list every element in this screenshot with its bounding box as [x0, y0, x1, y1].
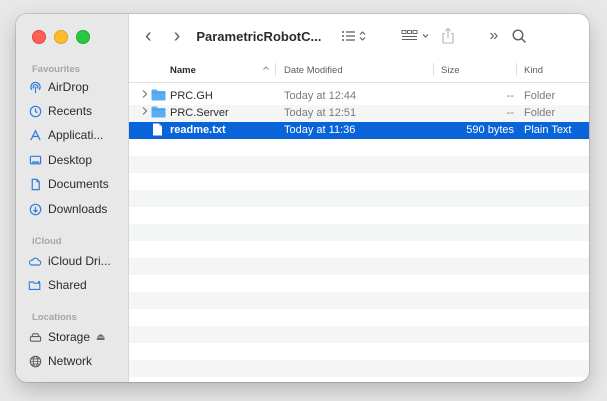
empty-row: [129, 326, 589, 343]
empty-row: [129, 343, 589, 360]
section-title-locations: Locations: [32, 312, 77, 323]
shared-folder-icon: [28, 278, 42, 292]
column-header-kind[interactable]: Kind: [524, 65, 543, 76]
empty-row: [129, 360, 589, 377]
empty-row: [129, 275, 589, 292]
file-date: Today at 11:36: [284, 124, 356, 136]
table-row[interactable]: PRC.Server Today at 12:51 -- Folder: [129, 105, 589, 122]
file-kind: Folder: [524, 90, 556, 102]
eject-icon[interactable]: ⏏: [96, 332, 105, 343]
forward-button[interactable]: ›: [174, 25, 181, 48]
table-row[interactable]: PRC.GH Today at 12:44 -- Folder: [129, 88, 589, 105]
sidebar-item-storage[interactable]: Storage ⏏: [28, 326, 124, 348]
disclosure-triangle-icon[interactable]: [141, 106, 149, 119]
column-header-name[interactable]: Name: [170, 65, 196, 76]
drive-icon: [28, 330, 42, 344]
sidebar-item-network[interactable]: Network: [28, 350, 124, 372]
finder-window: Favourites AirDrop Recents Applicati... …: [16, 14, 589, 382]
sidebar-item-label: Applicati...: [48, 128, 104, 142]
file-size: 590 bytes: [466, 124, 514, 136]
applications-icon: [28, 128, 42, 142]
zoom-button[interactable]: [76, 30, 90, 44]
empty-row: [129, 173, 589, 190]
search-icon[interactable]: [512, 28, 527, 44]
column-header-row: Name Date Modified Size Kind: [129, 58, 589, 83]
section-title-icloud: iCloud: [32, 236, 62, 247]
file-size: --: [506, 90, 514, 102]
sidebar-item-label: Recents: [48, 104, 93, 118]
file-date: Today at 12:44: [284, 90, 357, 102]
empty-row: [129, 241, 589, 258]
airdrop-icon: [28, 80, 42, 94]
toolbar-overflow-button[interactable]: »: [489, 27, 498, 45]
group-view-icon[interactable]: [401, 29, 431, 43]
empty-row: [129, 258, 589, 275]
close-button[interactable]: [32, 30, 46, 44]
minimize-button[interactable]: [54, 30, 68, 44]
empty-row: [129, 309, 589, 326]
file-name: PRC.GH: [170, 90, 213, 102]
file-size: --: [506, 107, 514, 119]
sidebar-item-label: Shared: [48, 278, 87, 292]
file-date: Today at 12:51: [284, 107, 357, 119]
file-list: Name Date Modified Size Kind PRC.GH Toda…: [129, 58, 589, 382]
toolbar: ‹ › ParametricRobotC... »: [129, 14, 589, 58]
sidebar-item-downloads[interactable]: Downloads: [28, 198, 124, 220]
column-divider: [275, 63, 276, 76]
sidebar-item-shared[interactable]: Shared: [28, 274, 124, 296]
folder-icon: [151, 89, 166, 104]
back-button[interactable]: ‹: [145, 25, 152, 48]
sidebar: Favourites AirDrop Recents Applicati... …: [16, 14, 129, 382]
sidebar-item-airdrop[interactable]: AirDrop: [28, 76, 124, 98]
column-header-size[interactable]: Size: [441, 65, 459, 76]
sidebar-item-label: Downloads: [48, 202, 108, 216]
desktop-icon: [28, 153, 42, 167]
list-view-icon[interactable]: [341, 29, 367, 43]
sidebar-item-label: Documents: [48, 177, 109, 191]
file-kind: Plain Text: [524, 124, 572, 136]
window-controls: [32, 30, 90, 44]
column-divider: [516, 63, 517, 76]
document-icon: [28, 177, 42, 191]
sidebar-item-documents[interactable]: Documents: [28, 173, 124, 195]
disclosure-triangle-icon[interactable]: [141, 89, 149, 102]
section-title-favourites: Favourites: [32, 64, 81, 75]
file-name: PRC.Server: [170, 107, 229, 119]
empty-row: [129, 139, 589, 156]
sidebar-item-applications[interactable]: Applicati...: [28, 124, 124, 146]
sort-chevron-icon[interactable]: [262, 64, 270, 75]
empty-row: [129, 224, 589, 241]
file-name: readme.txt: [170, 124, 226, 136]
share-icon[interactable]: [441, 27, 455, 45]
sidebar-item-recents[interactable]: Recents: [28, 100, 124, 122]
empty-row: [129, 190, 589, 207]
download-icon: [28, 202, 42, 216]
sidebar-item-icloud-drive[interactable]: iCloud Dri...: [28, 250, 124, 272]
sidebar-item-label: Storage: [48, 330, 91, 344]
empty-row: [129, 207, 589, 224]
sidebar-item-label: Network: [48, 354, 93, 368]
table-row-selected[interactable]: readme.txt Today at 11:36 590 bytes Plai…: [129, 122, 589, 139]
sidebar-item-label: Desktop: [48, 153, 93, 167]
column-divider: [433, 63, 434, 76]
file-kind: Folder: [524, 107, 556, 119]
empty-row: [129, 292, 589, 309]
sidebar-item-desktop[interactable]: Desktop: [28, 149, 124, 171]
sidebar-item-label: iCloud Dri...: [48, 254, 111, 268]
text-file-icon: [152, 123, 163, 139]
folder-icon: [151, 106, 166, 121]
globe-icon: [28, 354, 42, 368]
cloud-icon: [28, 254, 42, 268]
clock-icon: [28, 104, 42, 118]
column-header-date[interactable]: Date Modified: [284, 65, 343, 76]
sidebar-item-label: AirDrop: [48, 80, 89, 94]
window-title: ParametricRobotC...: [196, 28, 322, 44]
empty-row: [129, 156, 589, 173]
